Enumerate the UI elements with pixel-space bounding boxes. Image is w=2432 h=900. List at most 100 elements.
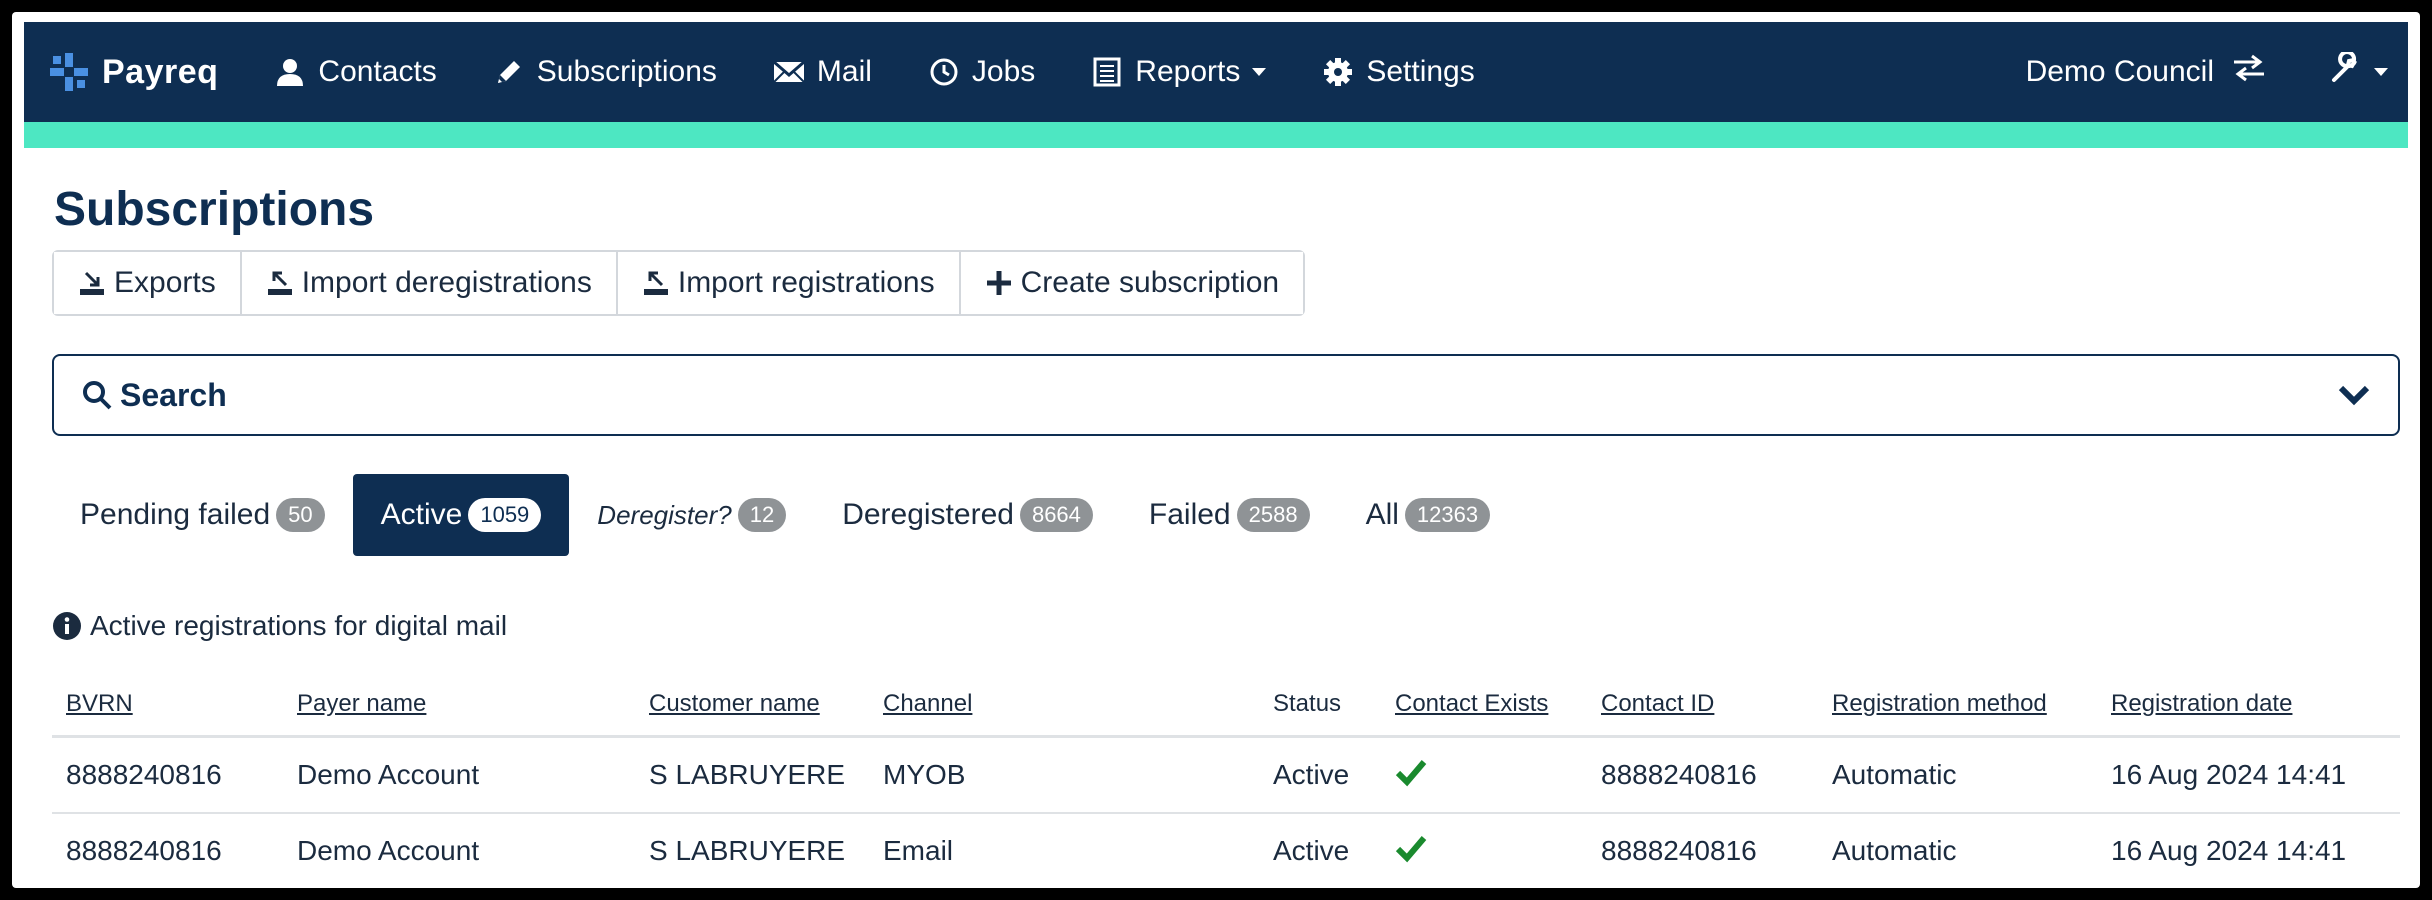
tab-deregister[interactable]: Deregister? 12 (569, 474, 814, 556)
wrench-icon (2330, 50, 2362, 92)
nav-reports[interactable]: Reports (1091, 55, 1267, 89)
column-header-contact-exists[interactable]: Contact Exists (1381, 690, 1587, 718)
column-header-registration-method[interactable]: Registration method (1818, 690, 2097, 718)
payreq-logo-icon (48, 51, 90, 93)
create-subscription-label: Create subscription (1020, 266, 1280, 299)
count-badge: 12363 (1404, 498, 1491, 532)
cell-payer-name: Demo Account (297, 835, 480, 866)
action-button-group: Exports Import deregistrations Import re… (52, 250, 1306, 316)
checkmark-icon (1395, 756, 1427, 788)
column-header-registration-date[interactable]: Registration date (2097, 690, 2400, 718)
nav-jobs[interactable]: Jobs (928, 55, 1035, 89)
app-frame: Payreq Contacts Subscriptions Mail Jobs (12, 12, 2420, 888)
user-icon (274, 56, 306, 88)
search-panel-toggle[interactable]: Search (52, 354, 2400, 436)
upload-icon (266, 269, 294, 297)
cell-contact-exists (1381, 832, 1587, 871)
tab-label: Failed (1148, 498, 1231, 531)
info-text: Active registrations for digital mail (90, 610, 508, 641)
brand[interactable]: Payreq (48, 51, 218, 93)
cell-contact-id: 8888240816 (1601, 759, 1757, 790)
nav-settings[interactable]: Settings (1322, 55, 1475, 89)
plus-icon (985, 269, 1013, 297)
nav-subscriptions[interactable]: Subscriptions (493, 55, 717, 89)
tab-failed[interactable]: Failed 2588 (1121, 474, 1338, 556)
exports-label: Exports (114, 266, 216, 299)
info-message: Active registrations for digital mail (52, 610, 507, 642)
cell-registration-method: Automatic (1832, 759, 1957, 790)
column-header-customer-name[interactable]: Customer name (635, 690, 869, 718)
tab-active[interactable]: Active 1059 (352, 474, 570, 556)
nav-subscriptions-label: Subscriptions (536, 55, 717, 88)
subscriptions-table: BVRN Payer name Customer name Channel St… (52, 672, 2400, 888)
exports-button[interactable]: Exports (54, 252, 242, 314)
envelope-icon (772, 56, 805, 88)
import-deregistrations-label: Import deregistrations (301, 266, 592, 299)
tab-label: All (1365, 498, 1399, 531)
table-row[interactable]: 8888240816 Demo Account S LABRUYERE MYOB… (52, 738, 2400, 814)
pencil-icon (493, 56, 525, 88)
cell-status: Active (1273, 759, 1350, 790)
swap-icon (2232, 54, 2266, 90)
tab-label: Deregistered (842, 498, 1014, 531)
column-header-channel[interactable]: Channel (869, 690, 1259, 718)
tab-label: Deregister? (597, 499, 732, 530)
create-subscription-button[interactable]: Create subscription (960, 252, 1304, 314)
column-header-status: Status (1273, 689, 1342, 717)
count-badge: 50 (276, 498, 325, 532)
upload-icon (642, 269, 670, 297)
search-label: Search (120, 376, 227, 413)
caret-down-icon (1252, 68, 1267, 76)
cell-registration-date: 16 Aug 2024 14:41 (2111, 835, 2347, 866)
import-registrations-label: Import registrations (677, 266, 935, 299)
report-icon (1091, 56, 1123, 88)
import-registrations-button[interactable]: Import registrations (617, 252, 961, 314)
accent-bar (24, 122, 2408, 148)
org-switcher[interactable]: Demo Council (2026, 54, 2266, 90)
tab-label: Pending failed (80, 498, 271, 531)
count-badge: 1059 (468, 498, 542, 532)
tools-menu[interactable] (2330, 50, 2388, 92)
checkmark-icon (1395, 832, 1427, 864)
column-header-bvrn[interactable]: BVRN (52, 690, 283, 718)
tab-label: Active (380, 498, 463, 531)
cell-customer-name: S LABRUYERE (649, 759, 846, 790)
nav-right: Demo Council (2026, 50, 2408, 92)
tab-pending-failed[interactable]: Pending failed 50 (52, 474, 353, 556)
cell-registration-method: Automatic (1832, 835, 1957, 866)
count-badge: 2588 (1236, 498, 1310, 532)
import-deregistrations-button[interactable]: Import deregistrations (241, 252, 618, 314)
cell-registration-date: 16 Aug 2024 14:41 (2111, 759, 2347, 790)
tab-deregistered[interactable]: Deregistered 8664 (814, 474, 1121, 556)
org-name: Demo Council (2025, 55, 2214, 88)
table-header-row: BVRN Payer name Customer name Channel St… (52, 672, 2400, 738)
page-title: Subscriptions (54, 183, 375, 236)
cell-contact-exists (1381, 756, 1587, 795)
top-navbar: Payreq Contacts Subscriptions Mail Jobs (24, 22, 2408, 122)
table-row[interactable]: 8888240816 Demo Account S LABRUYERE Emai… (52, 814, 2400, 888)
cell-bvrn: 8888240816 (66, 759, 222, 790)
nav-settings-label: Settings (1366, 55, 1475, 88)
info-icon (52, 611, 82, 641)
cell-channel: Email (883, 835, 954, 866)
column-header-payer-name[interactable]: Payer name (283, 690, 635, 718)
nav-contacts-label: Contacts (318, 55, 437, 88)
nav-mail-label: Mail (816, 55, 872, 88)
tab-all[interactable]: All 12363 (1338, 474, 1519, 556)
clock-icon (928, 56, 960, 88)
cell-payer-name: Demo Account (297, 759, 480, 790)
cell-status: Active (1273, 835, 1350, 866)
nav-mail[interactable]: Mail (772, 55, 872, 89)
caret-down-icon (2374, 68, 2388, 76)
cell-channel: MYOB (883, 759, 966, 790)
status-tabs: Pending failed 50 Active 1059 Deregister… (52, 474, 1518, 556)
cell-customer-name: S LABRUYERE (649, 835, 846, 866)
column-header-contact-id[interactable]: Contact ID (1587, 690, 1818, 718)
download-icon (78, 269, 106, 297)
cell-contact-id: 8888240816 (1601, 835, 1757, 866)
nav-jobs-label: Jobs (971, 55, 1036, 88)
chevron-down-icon (2336, 377, 2372, 413)
nav-reports-label: Reports (1135, 55, 1241, 88)
cell-bvrn: 8888240816 (66, 835, 222, 866)
nav-contacts[interactable]: Contacts (274, 55, 437, 89)
